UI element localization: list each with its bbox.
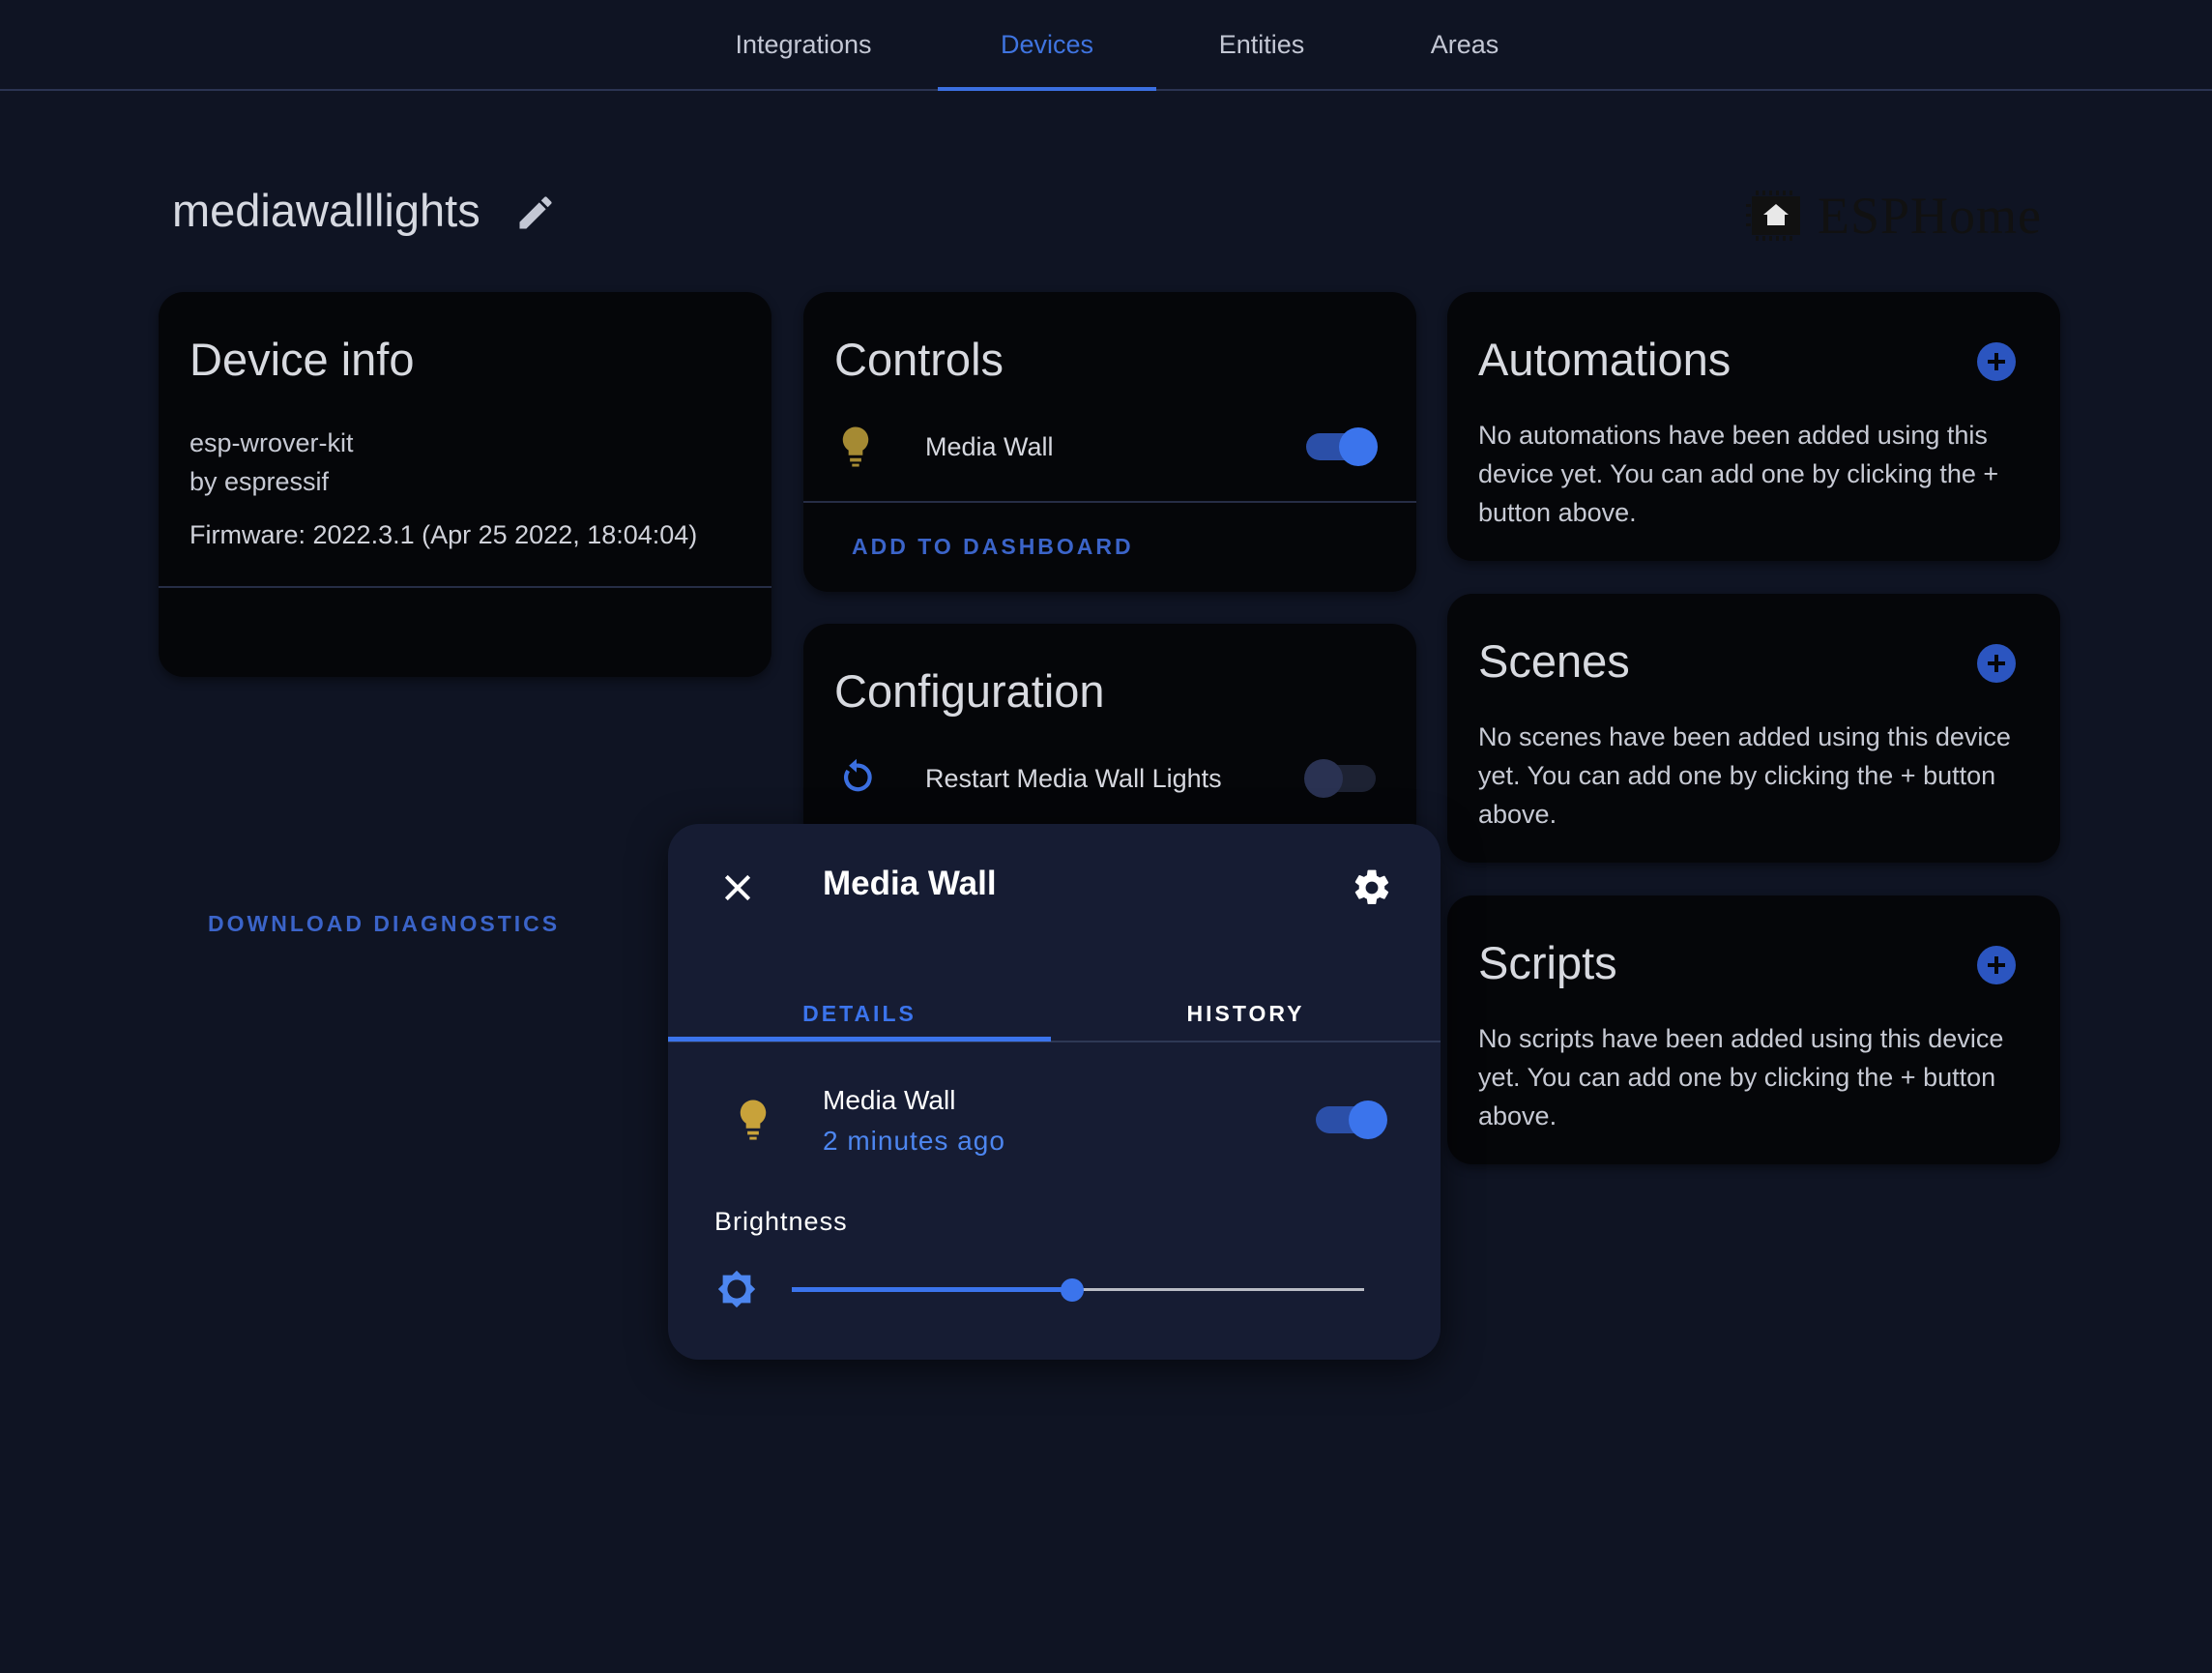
lightbulb-icon — [736, 1099, 771, 1141]
slider-fill — [792, 1287, 1072, 1292]
tab-integrations[interactable]: Integrations — [715, 0, 891, 89]
tab-areas-label: Areas — [1430, 29, 1499, 59]
gear-icon[interactable] — [1351, 866, 1393, 909]
tab-details-label: DETAILS — [802, 1000, 917, 1026]
restart-toggle[interactable] — [1304, 759, 1378, 798]
controls-card: Controls Media Wall ADD TO DASHBOARD — [803, 292, 1416, 592]
tab-history-label: HISTORY — [1186, 1000, 1305, 1026]
pencil-icon[interactable] — [514, 191, 557, 234]
tab-entities[interactable]: Entities — [1199, 0, 1324, 89]
dialog-media-wall-toggle[interactable] — [1314, 1101, 1387, 1139]
automations-empty-text: No automations have been added using thi… — [1478, 421, 1999, 527]
top-nav: Integrations Devices Entities Areas — [0, 0, 2212, 91]
controls-title: Controls — [834, 334, 1004, 385]
controls-entity-name: Media Wall — [925, 432, 1054, 461]
configuration-entity-name: Restart Media Wall Lights — [925, 764, 1222, 793]
device-model-link[interactable]: esp-wrover-kit — [189, 424, 354, 462]
dialog-title: Media Wall — [823, 865, 997, 902]
add-to-dashboard-button[interactable]: ADD TO DASHBOARD — [852, 534, 1134, 560]
active-tab-indicator — [938, 87, 1156, 91]
card-divider — [803, 501, 1416, 503]
tab-devices[interactable]: Devices — [938, 0, 1156, 91]
slider-thumb[interactable] — [1061, 1278, 1084, 1302]
esphome-icon — [1746, 191, 1800, 241]
brand-logo: ESPHome — [1746, 186, 2042, 246]
dialog-entity-name: Media Wall — [823, 1085, 956, 1115]
lightbulb-icon — [838, 426, 873, 468]
restart-icon — [836, 757, 877, 798]
firmware-text: Firmware: 2022.3.1 (Apr 25 2022, 18:04:0… — [189, 520, 698, 549]
scenes-title: Scenes — [1478, 635, 1630, 687]
add-script-button[interactable] — [1977, 946, 2016, 984]
last-changed-text[interactable]: 2 minutes ago — [823, 1126, 1005, 1157]
device-manufacturer-link[interactable]: by espressif — [189, 462, 329, 501]
scripts-empty-text: No scripts have been added using this de… — [1478, 1024, 2004, 1130]
brightness-slider[interactable] — [792, 1278, 1364, 1302]
configuration-title: Configuration — [834, 665, 1105, 717]
tab-history[interactable]: HISTORY — [1051, 977, 1441, 1050]
device-info-card: Device info esp-wrover-kit by espressif … — [159, 292, 771, 936]
brand-name: ESPHome — [1818, 187, 2043, 245]
scripts-title: Scripts — [1478, 937, 1617, 988]
tab-integrations-label: Integrations — [735, 29, 872, 59]
tab-devices-label: Devices — [1000, 29, 1094, 59]
more-info-dialog: Media Wall DETAILS HISTORY Media Wall 2 … — [668, 824, 1441, 1360]
scripts-card: Scripts No scripts have been added using… — [1447, 895, 2060, 1164]
tab-entities-label: Entities — [1218, 29, 1305, 59]
active-tab-indicator — [668, 1037, 1051, 1042]
automations-title: Automations — [1478, 334, 1732, 385]
download-diagnostics-button[interactable]: DOWNLOAD DIAGNOSTICS — [208, 911, 560, 937]
brightness-icon — [714, 1267, 759, 1311]
automations-card: Automations No automations have been add… — [1447, 292, 2060, 561]
card-divider — [159, 586, 771, 588]
scenes-empty-text: No scenes have been added using this dev… — [1478, 722, 2011, 829]
scenes-card: Scenes No scenes have been added using t… — [1447, 594, 2060, 863]
tab-areas[interactable]: Areas — [1412, 0, 1518, 89]
page-title: mediawalllights — [172, 185, 480, 236]
device-info-title: Device info — [189, 334, 415, 385]
add-scene-button[interactable] — [1977, 644, 2016, 683]
media-wall-toggle[interactable] — [1304, 427, 1378, 466]
add-automation-button[interactable] — [1977, 342, 2016, 381]
brightness-label: Brightness — [714, 1207, 848, 1236]
configuration-card: Configuration Restart Media Wall Lights — [803, 624, 1416, 846]
close-icon[interactable] — [718, 868, 757, 907]
